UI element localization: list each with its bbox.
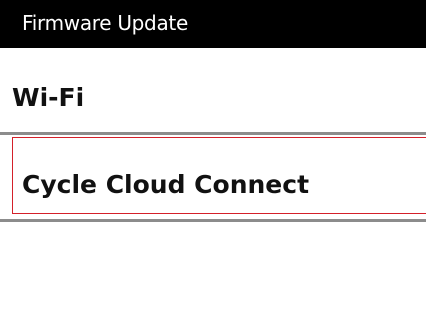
page-title: Firmware Update (0, 0, 426, 48)
divider (0, 219, 426, 222)
divider (0, 132, 426, 135)
menu-item-label: Wi-Fi (12, 83, 85, 112)
menu-item-label: Cycle Cloud Connect (22, 170, 310, 199)
firmware-update-screen: Firmware Update Wi-Fi Cycle Cloud Connec… (0, 0, 426, 327)
menu-item-cycle-cloud-connect[interactable]: Cycle Cloud Connect (12, 137, 426, 214)
menu-item-wifi[interactable]: Wi-Fi (0, 48, 426, 133)
